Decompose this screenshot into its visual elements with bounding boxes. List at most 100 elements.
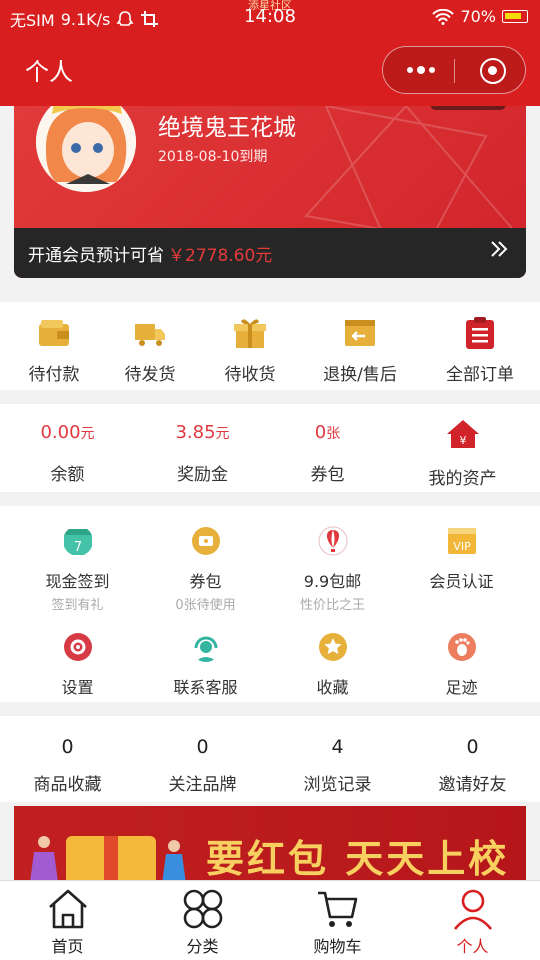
order-all[interactable]: 全部订单: [426, 316, 534, 385]
stat-label: 浏览记录: [303, 775, 372, 795]
tool-settings[interactable]: 设置: [10, 632, 145, 698]
tool-favorites[interactable]: 收藏: [265, 632, 400, 698]
tool-cash-signin[interactable]: 7 现金签到 签到有礼: [10, 526, 145, 613]
wifi-icon: [432, 8, 455, 25]
my-assets-item[interactable]: ¥ 我的资产: [395, 418, 530, 489]
order-label: 待收货: [224, 365, 276, 385]
capsule-divider: [454, 59, 455, 83]
tool-label: 券包: [189, 572, 222, 591]
status-bar: 无SIM 9.1K/s 添星社区 14:08 70%: [0, 0, 540, 34]
tab-label: 首页: [51, 937, 84, 956]
tools-section: 7 现金签到 签到有礼 券包 0张待使用 9.9包邮 性价比之王 VIP 会员认…: [0, 506, 540, 702]
order-label: 待发货: [124, 365, 176, 385]
balance-item[interactable]: 0.00元 余额: [0, 422, 135, 485]
tab-bar: 首页 分类 购物车 个人: [0, 880, 540, 960]
stat-number: 4: [331, 736, 344, 758]
coupon-item[interactable]: 0张 券包: [260, 422, 395, 485]
avatar[interactable]: [36, 106, 136, 192]
order-pending-shipment[interactable]: 待发货: [96, 316, 204, 385]
tab-category[interactable]: 分类: [135, 887, 270, 957]
coupon-label: 券包: [310, 465, 345, 485]
stat-label: 邀请好友: [438, 775, 507, 795]
card-top-tab: [430, 106, 506, 110]
calendar-icon: 7: [63, 529, 92, 555]
stat-number: 0: [466, 736, 479, 758]
tab-cart[interactable]: 购物车: [270, 887, 405, 957]
tool-sublabel: 签到有礼: [51, 598, 104, 613]
member-promo-bar[interactable]: 开通会员预计可省 ￥2778.60元: [14, 228, 526, 278]
order-label: 全部订单: [446, 365, 514, 385]
house-yen-icon: ¥: [446, 420, 479, 448]
tab-label: 个人: [456, 937, 489, 956]
tool-coupon[interactable]: 券包 0张待使用: [138, 526, 273, 613]
dancer-illustration: [162, 840, 186, 884]
stat-product-favorites[interactable]: 0 商品收藏: [0, 736, 135, 795]
order-pending-payment[interactable]: 待付款: [0, 316, 108, 385]
gear-icon: [63, 633, 92, 661]
home-icon: [48, 889, 87, 929]
footprint-icon: [447, 633, 476, 661]
order-returns[interactable]: 退换/售后: [306, 316, 414, 385]
tool-free-shipping[interactable]: 9.9包邮 性价比之王: [265, 526, 400, 613]
tool-sublabel: 0张待使用: [175, 598, 236, 613]
stat-number: 0: [61, 736, 74, 758]
stat-invite-friends[interactable]: 0 邀请好友: [405, 736, 540, 795]
tab-label: 购物车: [313, 937, 362, 956]
balloon-icon: [318, 526, 347, 556]
order-label: 待付款: [28, 365, 80, 385]
avatar-image: [36, 106, 136, 192]
tab-label: 分类: [186, 937, 219, 956]
tool-label: 设置: [61, 678, 94, 697]
headset-icon: [191, 633, 220, 662]
reward-item[interactable]: 3.85元 奖励金: [135, 422, 270, 485]
wallet-icon: [39, 320, 69, 346]
svg-text:¥: ¥: [459, 434, 466, 447]
reward-value: 3.85元: [175, 422, 230, 443]
cart-icon: [317, 891, 357, 927]
battery-percent: 70%: [460, 7, 496, 26]
category-icon: [183, 889, 222, 929]
banner-text: 要红包 天天上校品会: [206, 837, 510, 881]
promo-text: 开通会员预计可省: [28, 246, 164, 266]
gift-box-illustration: [66, 836, 156, 886]
stat-label: 商品收藏: [33, 775, 102, 795]
svg-text:7: 7: [73, 540, 81, 555]
tab-home[interactable]: 首页: [0, 887, 135, 957]
member-card: 绝境鬼王花城 2018-08-10到期 开通会员预计可省 ￥2778.60元: [14, 106, 526, 278]
order-list-icon: [466, 317, 494, 349]
tool-customer-service[interactable]: 联系客服: [138, 632, 273, 698]
star-icon: [318, 633, 347, 661]
my-assets-label: 我的资产: [428, 469, 497, 489]
return-icon: [345, 320, 375, 346]
close-target-icon[interactable]: [480, 58, 506, 84]
assets-section: 0.00元 余额 3.85元 奖励金 0张 券包 ¥ 我的资产: [0, 404, 540, 492]
stat-label: 关注品牌: [168, 775, 237, 795]
ticket-icon: [191, 527, 220, 555]
mini-program-capsule: [382, 46, 526, 94]
order-label: 退换/售后: [323, 365, 397, 385]
tool-member-verify[interactable]: VIP 会员认证: [394, 526, 529, 592]
stat-followed-brands[interactable]: 0 关注品牌: [135, 736, 270, 795]
nav-bar: 个人: [0, 34, 540, 106]
stats-section: 0 商品收藏 0 关注品牌 4 浏览记录 0 邀请好友: [0, 716, 540, 802]
tab-profile[interactable]: 个人: [405, 887, 540, 957]
tool-footprint[interactable]: 足迹: [394, 632, 529, 698]
tool-label: 联系客服: [173, 678, 238, 697]
person-icon: [453, 889, 492, 930]
more-options-icon[interactable]: [401, 59, 441, 81]
tool-sublabel: 性价比之王: [299, 598, 365, 613]
coupon-value: 0张: [314, 422, 341, 443]
orders-section: 待付款 待发货 待收货 退换/售后 全部订单: [0, 302, 540, 390]
promo-banner[interactable]: 要红包 天天上校品会: [14, 806, 526, 886]
reward-label: 奖励金: [177, 465, 228, 485]
truck-icon: [135, 324, 165, 346]
battery-icon: [502, 10, 528, 23]
stat-number: 0: [196, 736, 209, 758]
vip-icon: VIP: [447, 528, 476, 554]
balance-value: 0.00元: [40, 422, 95, 443]
stat-browse-history[interactable]: 4 浏览记录: [270, 736, 405, 795]
order-pending-receipt[interactable]: 待收货: [196, 316, 304, 385]
tool-label: 9.9包邮: [303, 572, 362, 591]
member-name: 绝境鬼王花城: [158, 115, 296, 141]
tool-label: 收藏: [316, 678, 349, 697]
